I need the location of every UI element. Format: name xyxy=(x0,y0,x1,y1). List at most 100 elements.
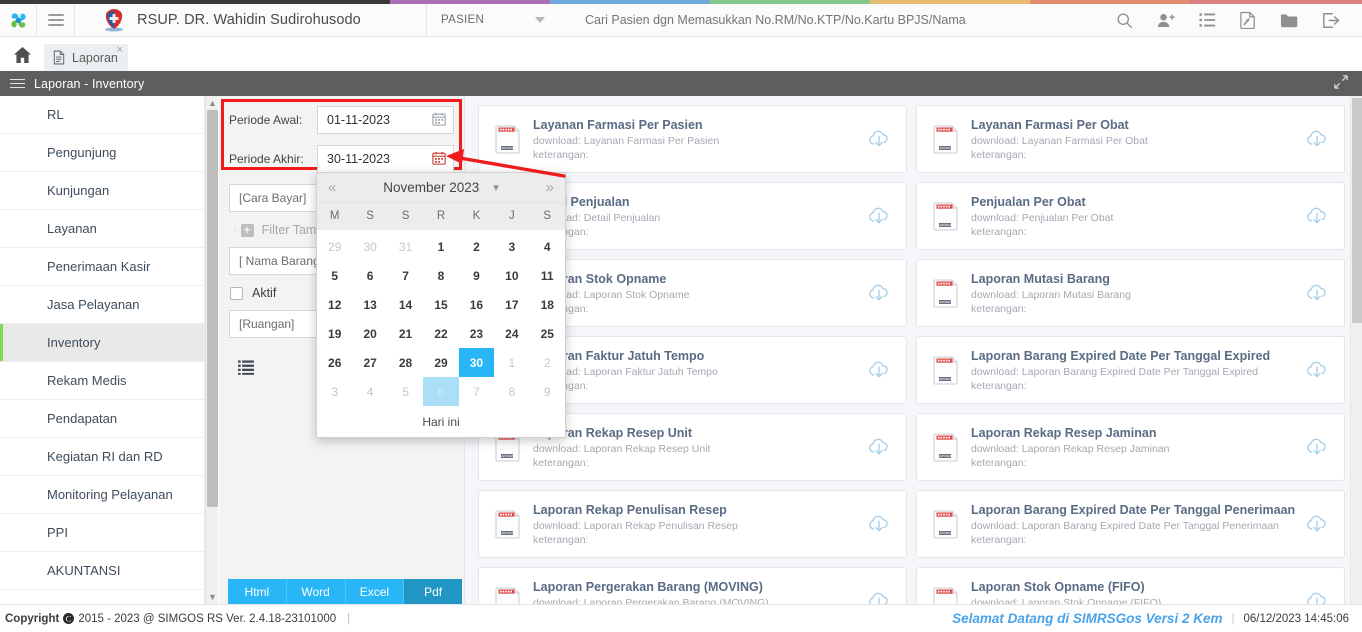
cloud-download-icon[interactable] xyxy=(866,437,892,457)
search-icon[interactable] xyxy=(1116,12,1133,29)
datepicker-day[interactable]: 9 xyxy=(459,261,494,290)
sidebar-item-kunjungan[interactable]: Kunjungan xyxy=(0,172,204,210)
cloud-download-icon[interactable] xyxy=(1304,283,1330,303)
prev-month-button[interactable]: « xyxy=(328,179,336,196)
datepicker-day[interactable]: 2 xyxy=(459,232,494,261)
pdf-icon[interactable] xyxy=(1240,11,1256,29)
datepicker-day[interactable]: 28 xyxy=(388,348,423,377)
search-category-select[interactable]: PASIEN xyxy=(427,14,567,26)
sidebar-item-pengunjung[interactable]: Pengunjung xyxy=(0,134,204,172)
cloud-download-icon[interactable] xyxy=(866,360,892,380)
sidebar-scrollbar[interactable]: ▲ ▼ xyxy=(205,96,218,604)
datepicker-day[interactable]: 31 xyxy=(388,232,423,261)
report-card[interactable]: LAPORAN Layanan Farmasi Per Pasien downlo… xyxy=(478,105,907,173)
next-month-button[interactable]: » xyxy=(546,179,554,196)
datepicker-day[interactable]: 27 xyxy=(352,348,387,377)
sidebar-item-ppi[interactable]: PPI xyxy=(0,514,204,552)
datepicker-day[interactable]: 7 xyxy=(459,377,494,406)
periode-awal-input[interactable]: 01-11-2023 xyxy=(317,106,454,134)
datepicker-day[interactable]: 26 xyxy=(317,348,352,377)
cloud-download-icon[interactable] xyxy=(1304,360,1330,380)
sidebar-item-monitoring-pelayanan[interactable]: Monitoring Pelayanan xyxy=(0,476,204,514)
content-scrollbar[interactable] xyxy=(1350,96,1362,604)
datepicker-day[interactable]: 1 xyxy=(494,348,529,377)
datepicker-day[interactable]: 8 xyxy=(423,261,458,290)
datepicker-day[interactable]: 4 xyxy=(530,232,565,261)
logout-icon[interactable] xyxy=(1322,12,1340,29)
sidebar-toggle-button[interactable] xyxy=(37,3,75,37)
sidebar-item-jasa-pelayanan[interactable]: Jasa Pelayanan xyxy=(0,286,204,324)
datepicker-day[interactable]: 11 xyxy=(530,261,565,290)
datepicker-day[interactable]: 30 xyxy=(458,348,495,377)
aktif-checkbox[interactable] xyxy=(230,286,243,300)
datepicker-day[interactable]: 5 xyxy=(388,377,423,406)
datepicker-day[interactable]: 13 xyxy=(352,290,387,319)
datepicker-day[interactable]: 4 xyxy=(352,377,387,406)
list-icon[interactable] xyxy=(1199,12,1216,28)
report-card[interactable]: LAPORAN Laporan Barang Expired Date Per … xyxy=(916,490,1345,558)
cloud-download-icon[interactable] xyxy=(866,514,892,534)
datepicker-day[interactable]: 21 xyxy=(388,319,423,348)
datepicker-day[interactable]: 30 xyxy=(352,232,387,261)
report-card[interactable]: LAPORAN Layanan Farmasi Per Obat download… xyxy=(916,105,1345,173)
datepicker-day[interactable]: 3 xyxy=(317,377,352,406)
calendar-icon[interactable] xyxy=(432,112,446,129)
datepicker-day[interactable]: 12 xyxy=(317,290,352,319)
sidebar-item-akuntansi[interactable]: AKUNTANSI xyxy=(0,552,204,590)
content-scroll-thumb[interactable] xyxy=(1352,98,1362,323)
datepicker-day[interactable]: 23 xyxy=(459,319,494,348)
sidebar-scroll-thumb[interactable] xyxy=(207,110,218,507)
datepicker-day[interactable]: 2 xyxy=(530,348,565,377)
sidebar-item-inventory[interactable]: Inventory xyxy=(0,324,204,362)
menu-collapse-button[interactable] xyxy=(0,76,34,91)
datepicker-day[interactable]: 5 xyxy=(317,261,352,290)
pinwheel-logo[interactable] xyxy=(0,3,37,37)
cloud-download-icon[interactable] xyxy=(1304,129,1330,149)
folder-icon[interactable] xyxy=(1280,13,1298,28)
datepicker-day[interactable]: 14 xyxy=(388,290,423,319)
datepicker-day[interactable]: 17 xyxy=(494,290,529,319)
chevron-down-icon[interactable]: ▾ xyxy=(493,181,499,194)
datepicker-day[interactable]: 7 xyxy=(388,261,423,290)
datepicker-day[interactable]: 20 xyxy=(352,319,387,348)
datepicker-day[interactable]: 10 xyxy=(494,261,529,290)
datepicker-day[interactable]: 15 xyxy=(423,290,458,319)
datepicker-day[interactable]: 8 xyxy=(494,377,529,406)
datepicker-day[interactable]: 1 xyxy=(423,232,458,261)
datepicker-day[interactable]: 29 xyxy=(423,348,458,377)
datepicker-day[interactable]: 24 xyxy=(494,319,529,348)
scroll-down-icon[interactable]: ▼ xyxy=(206,590,219,604)
export-word-button[interactable]: Word xyxy=(286,579,346,604)
sidebar-item-rekam-medis[interactable]: Rekam Medis xyxy=(0,362,204,400)
export-excel-button[interactable]: Excel xyxy=(345,579,405,604)
cloud-download-icon[interactable] xyxy=(866,283,892,303)
home-tab-button[interactable] xyxy=(0,38,44,71)
sidebar-item-rl[interactable]: RL xyxy=(0,96,204,134)
sidebar-item-kegiatan-ri-dan-rd[interactable]: Kegiatan RI dan RD xyxy=(0,438,204,476)
datepicker-day[interactable]: 18 xyxy=(530,290,565,319)
datepicker-month-switch[interactable]: November 2023 ▾ xyxy=(383,180,499,195)
cloud-download-icon[interactable] xyxy=(1304,514,1330,534)
datepicker-day[interactable]: 29 xyxy=(317,232,352,261)
report-card[interactable]: LAPORAN Laporan Rekap Resep Jaminan downl… xyxy=(916,413,1345,481)
tab-laporan[interactable]: Laporan × xyxy=(44,44,128,71)
datepicker-day[interactable]: 6 xyxy=(352,261,387,290)
report-card[interactable]: LAPORAN Laporan Barang Expired Date Per … xyxy=(916,336,1345,404)
datepicker-day[interactable]: 9 xyxy=(530,377,565,406)
report-card[interactable]: LAPORAN Laporan Mutasi Barang download: L… xyxy=(916,259,1345,327)
cloud-download-icon[interactable] xyxy=(1304,437,1330,457)
cloud-download-icon[interactable] xyxy=(866,206,892,226)
datepicker-today-button[interactable]: Hari ini xyxy=(317,406,565,437)
export-html-button[interactable]: Html xyxy=(228,579,287,604)
sidebar-item-penerimaan-kasir[interactable]: Penerimaan Kasir xyxy=(0,248,204,286)
datepicker-day[interactable]: 6 xyxy=(423,377,459,406)
report-card[interactable]: LAPORAN Penjualan Per Obat download: Penj… xyxy=(916,182,1345,250)
export-pdf-button[interactable]: Pdf xyxy=(404,579,462,604)
search-input[interactable] xyxy=(583,12,1116,28)
datepicker-day[interactable]: 16 xyxy=(459,290,494,319)
sidebar-item-layanan[interactable]: Layanan xyxy=(0,210,204,248)
plus-icon[interactable]: + xyxy=(240,223,254,237)
cloud-download-icon[interactable] xyxy=(866,129,892,149)
sidebar-item-pendapatan[interactable]: Pendapatan xyxy=(0,400,204,438)
add-user-icon[interactable] xyxy=(1157,12,1175,29)
